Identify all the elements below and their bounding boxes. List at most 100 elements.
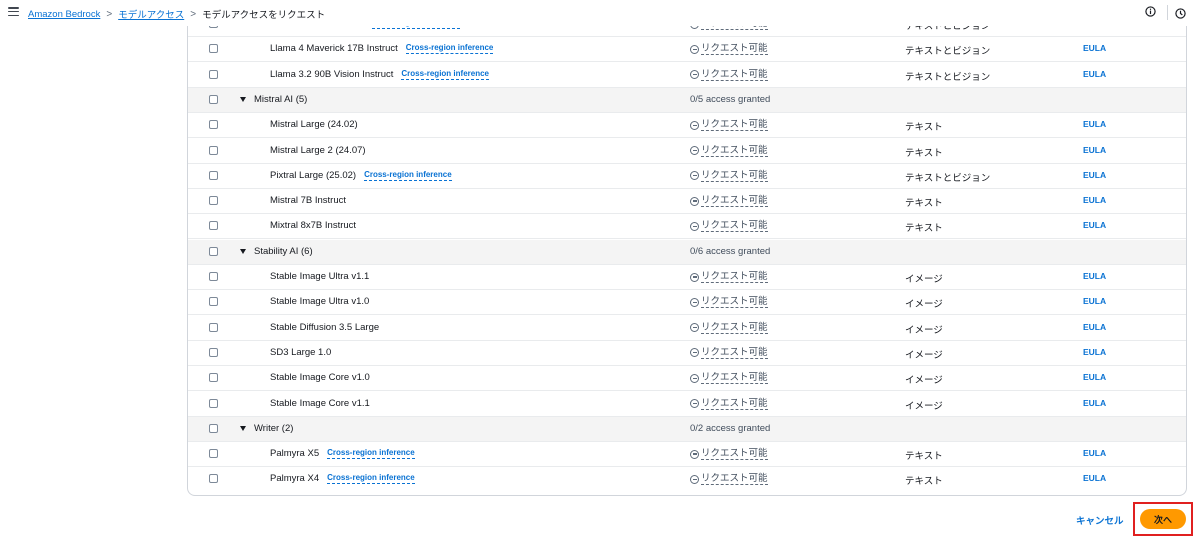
eula-link[interactable]: EULA [1083,448,1106,458]
modality: テキストとビジョン [905,172,991,184]
model-name-cell: Stable Image Ultra v1.1 [270,271,369,282]
cross-region-inference-link[interactable]: Cross-region inference [401,69,489,80]
model-name: Stable Image Ultra v1.0 [270,296,370,308]
model-name-cell: Palmyra X4 Cross-region inference [270,473,415,485]
model-select-checkbox[interactable] [209,449,218,459]
model-row: Stable Image Ultra v1.1 リクエスト可能 イメージ EULA [188,265,1186,290]
notification-icon[interactable] [1175,8,1186,19]
access-status: リクエスト可能 [690,271,768,283]
cancel-button[interactable]: キャンセル [1076,513,1124,527]
eula-link[interactable]: EULA [1083,119,1106,129]
caret-down-icon[interactable] [240,248,246,254]
model-name-cell: Palmyra X5 Cross-region inference [270,448,415,460]
eula-link[interactable]: EULA [1083,347,1106,357]
eula-link[interactable]: EULA [1083,271,1106,281]
access-status-text[interactable]: リクエスト可能 [701,271,768,283]
model-name: Stable Image Core v1.0 [270,372,370,384]
model-name-cell: Pixtral Large (25.02) Cross-region infere… [270,170,452,181]
model-row: Mistral 7B Instruct リクエスト可能 テキスト EULA [188,189,1186,215]
access-granted-count: 0/5 access granted [690,93,771,105]
access-status-text[interactable]: リクエスト可能 [701,220,768,233]
model-select-checkbox[interactable] [209,69,218,79]
model-select-checkbox[interactable] [209,221,218,231]
modality: イメージ [905,274,943,285]
minus-circle-icon [690,399,699,408]
next-button[interactable]: 次へ [1140,509,1186,529]
minus-circle-icon [690,146,699,155]
cross-region-inference-link[interactable]: Cross-region inference [327,473,415,485]
access-status-text[interactable]: リクエスト可能 [701,170,768,182]
breadcrumb-link-model-access[interactable]: モデルアクセス [118,7,184,21]
eula-link[interactable]: EULA [1083,322,1106,332]
info-icon[interactable] [1145,6,1156,17]
eula-link[interactable]: EULA [1083,69,1106,79]
breadcrumb-current: モデルアクセスをリクエスト [202,10,326,21]
access-status-text[interactable]: リクエスト可能 [701,322,768,334]
model-select-checkbox[interactable] [209,196,218,206]
model-select-checkbox[interactable] [209,145,218,155]
model-row: Palmyra X4 Cross-region inference リクエスト可能 テ… [188,467,1186,492]
access-status: リクエスト可能 [690,119,768,132]
eula-link[interactable]: EULA [1083,145,1106,155]
eula-link[interactable]: EULA [1083,398,1106,408]
access-granted-count: 0/2 access granted [690,422,771,434]
model-row: Mistral Large 2 (24.07) リクエスト可能 テキスト EULA [188,139,1186,164]
model-select-checkbox[interactable] [209,44,218,54]
eula-link[interactable]: EULA [1083,372,1106,382]
minus-circle-icon [690,323,699,333]
model-select-checkbox[interactable] [209,120,218,130]
group-select-checkbox[interactable] [209,94,218,104]
model-name-cell: SD3 Large 1.0 [270,347,331,358]
access-status-text[interactable]: リクエスト可能 [701,119,768,132]
model-name: Pixtral Large (25.02) [270,169,357,181]
access-status-text[interactable]: リクエスト可能 [701,145,768,157]
eula-link[interactable]: EULA [1083,195,1106,205]
breadcrumb-link-bedrock[interactable]: Amazon Bedrock [28,9,100,20]
access-status: リクエスト可能 [690,372,768,385]
access-status-text[interactable]: リクエスト可能 [701,473,768,486]
model-row: Stable Image Core v1.1 リクエスト可能 イメージ EULA [188,392,1186,417]
caret-down-icon[interactable] [240,96,246,102]
access-status-text[interactable]: リクエスト可能 [701,372,768,385]
group-select-checkbox[interactable] [209,246,218,256]
access-status-text[interactable]: リクエスト可能 [701,69,768,81]
access-status-text[interactable]: リクエスト可能 [701,347,768,359]
access-status-text[interactable]: リクエスト可能 [701,195,768,208]
hamburger-menu-icon[interactable] [8,7,19,17]
model-row: Stable Image Ultra v1.0 リクエスト可能 イメージ EULA [188,290,1186,316]
model-select-checkbox[interactable] [209,170,218,180]
access-status-text[interactable]: リクエスト可能 [701,398,768,410]
caret-down-icon[interactable] [240,425,246,431]
eula-link[interactable]: EULA [1083,170,1106,180]
top-navigation-bar: Amazon Bedrock > モデルアクセス > モデルアクセスをリクエスト [0,0,1200,26]
model-row: SD3 Large 1.0 リクエスト可能 イメージ EULA [188,341,1186,366]
model-select-checkbox[interactable] [209,347,218,357]
model-row: Llama 3.2 90B Vision Instruct Cross-regio… [188,63,1186,88]
cross-region-inference-link[interactable]: Cross-region inference [405,43,494,55]
model-name: Palmyra X4 [270,473,320,485]
eula-link[interactable]: EULA [1083,473,1106,483]
model-select-checkbox[interactable] [209,322,218,332]
model-name: Mistral Large 2 (24.07) [270,144,366,156]
model-select-checkbox[interactable] [209,398,218,408]
access-status: リクエスト可能 [690,69,768,81]
access-status-text[interactable]: リクエスト可能 [701,296,768,309]
eula-link[interactable]: EULA [1083,296,1106,306]
minus-circle-icon [690,272,699,282]
eula-link[interactable]: EULA [1083,43,1106,53]
model-select-checkbox[interactable] [209,272,218,281]
model-select-checkbox[interactable] [209,474,218,484]
model-select-checkbox[interactable] [209,297,218,307]
minus-circle-icon [690,44,699,54]
model-select-checkbox[interactable] [209,373,218,383]
model-name-cell: Llama 4 Maverick 17B Instruct Cross-regio… [270,43,494,55]
model-row: Pixtral Large (25.02) Cross-region infere… [188,164,1186,189]
access-status-text[interactable]: リクエスト可能 [701,448,768,461]
group-select-checkbox[interactable] [209,423,218,433]
cross-region-inference-link[interactable]: Cross-region inference [327,448,415,460]
access-status-text[interactable]: リクエスト可能 [701,43,768,56]
model-name: Llama 3.2 90B Vision Instruct [270,68,394,80]
cross-region-inference-link[interactable]: Cross-region inference [364,170,452,181]
eula-link[interactable]: EULA [1083,220,1106,230]
model-name: SD3 Large 1.0 [270,346,332,358]
